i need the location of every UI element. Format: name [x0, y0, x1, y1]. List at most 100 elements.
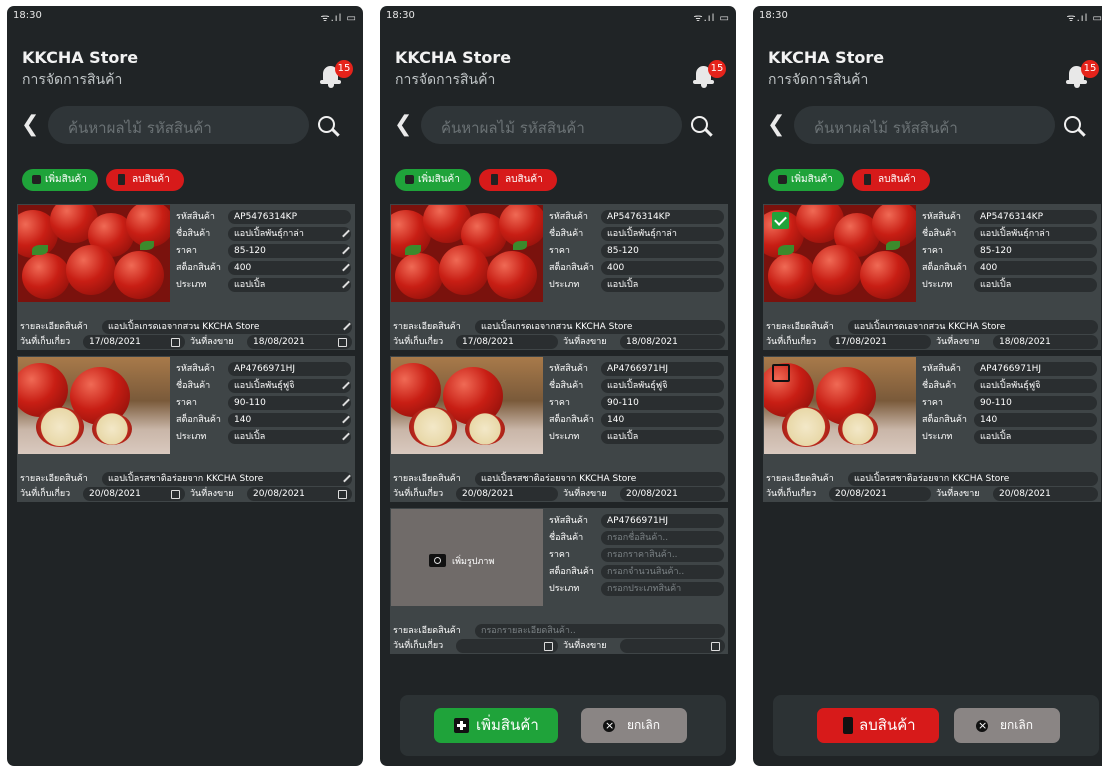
confirm-delete-button[interactable]: ลบสินค้า [817, 708, 939, 743]
signal-wifi-battery-icon: ᯤ.ıl ▭ [1066, 13, 1102, 24]
back-icon[interactable]: ❮ [21, 112, 39, 137]
name-value: แอปเปิ้ลพันธุ์กาล่า [974, 227, 1097, 241]
sale-date[interactable]: 18/08/2021 [247, 335, 352, 349]
type-value[interactable]: แอปเปิ้ล [228, 278, 351, 292]
stock-input[interactable]: กรอกจำนวนสินค้า.. [601, 565, 724, 579]
field-name: ชื่อสินค้า แอปเปิ้ลพันธุ์ฟูจิ [549, 379, 724, 393]
sale-date: 20/08/2021 [620, 487, 725, 501]
harvest-date-input[interactable] [456, 639, 558, 653]
field-stock[interactable]: สต็อกสินค้า 400 [176, 261, 351, 275]
action-footer: เพิ่มสินค้า ยกเลิก [400, 695, 726, 756]
stock-value[interactable]: 140 [228, 413, 351, 427]
back-icon[interactable]: ❮ [394, 112, 412, 137]
search-input[interactable]: ค้นหาผลไม้ รหัสสินค้า [48, 106, 309, 144]
add-product-button[interactable]: เพิ่มสินค้า [22, 169, 98, 191]
new-product-form[interactable]: เพิ่มรูปภาพ รหัสสินค้า AP4766971HJ ชื่อสิ… [390, 508, 728, 654]
field-detail[interactable]: รายละเอียดสินค้า กรอกรายละเอียดสินค้า.. [393, 624, 725, 638]
price-value: 90-110 [974, 396, 1097, 410]
price-input[interactable]: กรอกราคาสินค้า.. [601, 548, 724, 562]
product-image [391, 205, 543, 302]
plus-icon [32, 175, 41, 184]
price-value[interactable]: 90-110 [228, 396, 351, 410]
field-code: รหัสสินค้า AP5476314KP [176, 210, 351, 224]
delete-product-button[interactable]: ลบสินค้า [106, 169, 184, 191]
search-placeholder: ค้นหาผลไม้ รหัสสินค้า [441, 119, 585, 137]
calendar-icon[interactable] [338, 490, 347, 499]
field-stock: สต็อกสินค้า 140 [549, 413, 724, 427]
product-card[interactable]: รหัสสินค้า AP4766971HJ ชื่อสินค้า แอปเปิ้ล… [17, 356, 355, 502]
field-stock[interactable]: สต็อกสินค้า 140 [176, 413, 351, 427]
delete-product-button[interactable]: ลบสินค้า [479, 169, 557, 191]
field-price: ราคา 85-120 [922, 244, 1097, 258]
type-input[interactable]: กรอกประเภทสินค้า [601, 582, 724, 596]
field-name[interactable]: ชื่อสินค้า แอปเปิ้ลพันธุ์ฟูจิ [176, 379, 351, 393]
confirm-add-button[interactable]: เพิ่มสินค้า [434, 708, 558, 743]
name-value[interactable]: แอปเปิ้ลพันธุ์กาล่า [228, 227, 351, 241]
search-input[interactable]: ค้นหาผลไม้ รหัสสินค้า [794, 106, 1055, 144]
field-detail: รายละเอียดสินค้า แอปเปิ้ลเกรดเอจากสวน KKC… [393, 320, 725, 334]
close-icon [603, 708, 615, 743]
calendar-icon[interactable] [338, 338, 347, 347]
price-value: 90-110 [601, 396, 724, 410]
code-value: AP4766971HJ [601, 514, 724, 528]
field-stock[interactable]: สต็อกสินค้า กรอกจำนวนสินค้า.. [549, 565, 724, 579]
add-product-button[interactable]: เพิ่มสินค้า [395, 169, 471, 191]
type-value[interactable]: แอปเปิ้ล [228, 430, 351, 444]
search-icon[interactable] [691, 116, 713, 138]
search-input[interactable]: ค้นหาผลไม้ รหัสสินค้า [421, 106, 682, 144]
checkbox-icon-unchecked[interactable] [772, 364, 790, 382]
calendar-icon[interactable] [711, 642, 720, 651]
product-card[interactable]: รหัสสินค้า AP5476314KP ชื่อสินค้า แอปเปิ้ล… [17, 204, 355, 350]
field-price[interactable]: ราคา 85-120 [176, 244, 351, 258]
name-input[interactable]: กรอกชื่อสินค้า.. [601, 531, 724, 545]
code-value: AP4766971HJ [974, 362, 1097, 376]
calendar-icon[interactable] [171, 490, 180, 499]
add-product-button[interactable]: เพิ่มสินค้า [768, 169, 844, 191]
field-price: ราคา 90-110 [922, 396, 1097, 410]
field-detail[interactable]: รายละเอียดสินค้า แอปเปิ้ลรสชาติอร่อยจาก K… [20, 472, 352, 486]
search-icon[interactable] [318, 116, 340, 138]
detail-input[interactable]: กรอกรายละเอียดสินค้า.. [475, 624, 725, 638]
field-price[interactable]: ราคา 90-110 [176, 396, 351, 410]
field-type[interactable]: ประเภท แอปเปิ้ล [176, 430, 351, 444]
field-code: รหัสสินค้า AP4766971HJ [176, 362, 351, 376]
cancel-button[interactable]: ยกเลิก [954, 708, 1060, 743]
signal-wifi-battery-icon: ᯤ.ıl ▭ [693, 13, 730, 24]
field-dates: วันที่เก็บเกี่ยว 20/08/2021 วันที่ลงขาย … [393, 487, 725, 501]
product-card[interactable]: รหัสสินค้า AP5476314KP ชื่อสินค้า แอปเปิ้ล… [763, 204, 1101, 350]
cancel-button[interactable]: ยกเลิก [581, 708, 687, 743]
product-card[interactable]: รหัสสินค้า AP4766971HJ ชื่อสินค้า แอปเปิ้ล… [390, 356, 728, 502]
harvest-date[interactable]: 20/08/2021 [83, 487, 185, 501]
field-code: รหัสสินค้า AP4766971HJ [922, 362, 1097, 376]
sale-date-input[interactable] [620, 639, 725, 653]
calendar-icon[interactable] [171, 338, 180, 347]
harvest-date: 20/08/2021 [829, 487, 931, 501]
product-card[interactable]: รหัสสินค้า AP4766971HJ ชื่อสินค้า แอปเปิ้ล… [763, 356, 1101, 502]
field-name[interactable]: ชื่อสินค้า แอปเปิ้ลพันธุ์กาล่า [176, 227, 351, 241]
checkbox-icon-checked[interactable] [772, 212, 789, 229]
phone-screen-delete: 18:30 ᯤ.ıl ▭ KKCHA Store การจัดการสินค้า… [753, 6, 1102, 766]
product-card[interactable]: รหัสสินค้า AP5476314KP ชื่อสินค้า แอปเปิ้ล… [390, 204, 728, 350]
type-value: แอปเปิ้ล [601, 278, 724, 292]
price-value[interactable]: 85-120 [228, 244, 351, 258]
sale-date[interactable]: 20/08/2021 [247, 487, 352, 501]
detail-value[interactable]: แอปเปิ้ลรสชาติอร่อยจาก KKCHA Store [102, 472, 352, 486]
field-detail[interactable]: รายละเอียดสินค้า แอปเปิ้ลเกรดเอจากสวน KKC… [20, 320, 352, 334]
field-name[interactable]: ชื่อสินค้า กรอกชื่อสินค้า.. [549, 531, 724, 545]
name-value[interactable]: แอปเปิ้ลพันธุ์ฟูจิ [228, 379, 351, 393]
detail-value[interactable]: แอปเปิ้ลเกรดเอจากสวน KKCHA Store [102, 320, 352, 334]
field-type[interactable]: ประเภท กรอกประเภทสินค้า [549, 582, 724, 596]
harvest-date[interactable]: 17/08/2021 [83, 335, 185, 349]
calendar-icon[interactable] [544, 642, 553, 651]
field-type[interactable]: ประเภท แอปเปิ้ล [176, 278, 351, 292]
stock-value[interactable]: 400 [228, 261, 351, 275]
add-photo-area[interactable]: เพิ่มรูปภาพ [391, 509, 543, 606]
field-dates: วันที่เก็บเกี่ยว วันที่ลงขาย [393, 639, 725, 653]
field-price[interactable]: ราคา กรอกราคาสินค้า.. [549, 548, 724, 562]
field-code: รหัสสินค้า AP5476314KP [922, 210, 1097, 224]
search-icon[interactable] [1064, 116, 1086, 138]
delete-product-button[interactable]: ลบสินค้า [852, 169, 930, 191]
signal-wifi-battery-icon: ᯤ.ıl ▭ [320, 13, 357, 24]
back-icon[interactable]: ❮ [767, 112, 785, 137]
status-bar: 18:30 ᯤ.ıl ▭ [759, 10, 1102, 24]
